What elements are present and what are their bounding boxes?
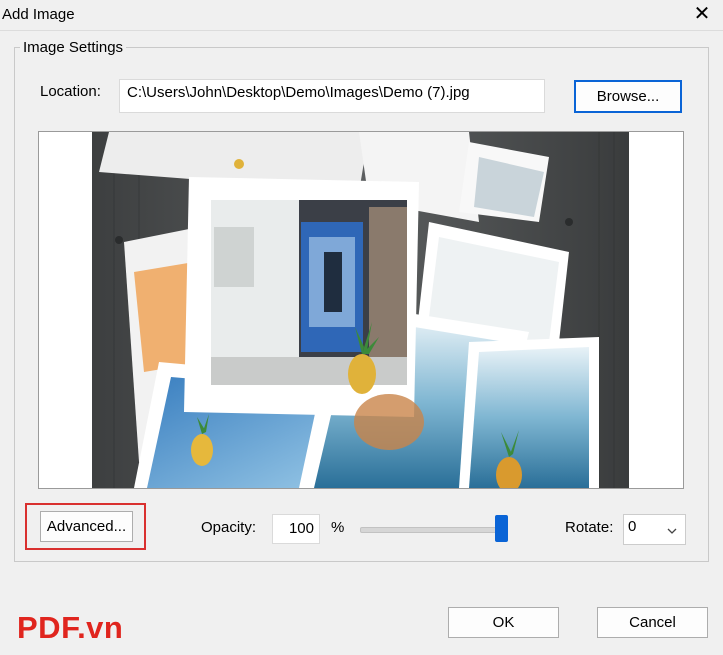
ok-button[interactable]: OK	[448, 607, 559, 638]
opacity-field[interactable]: 100	[272, 514, 320, 544]
percent-unit: %	[331, 519, 345, 536]
opacity-slider-thumb[interactable]	[495, 515, 508, 542]
preview-photo	[92, 132, 629, 488]
browse-button[interactable]: Browse...	[574, 80, 682, 113]
cancel-button[interactable]: Cancel	[597, 607, 708, 638]
close-icon[interactable]: ✕	[689, 1, 715, 27]
window-title: Add Image	[2, 6, 75, 23]
image-preview	[38, 131, 684, 489]
location-label: Location:	[40, 83, 101, 100]
rotate-label: Rotate:	[565, 519, 614, 536]
group-label: Image Settings	[20, 39, 127, 56]
rotate-value: 0	[628, 518, 637, 535]
highlight-box	[25, 503, 146, 550]
rotate-select[interactable]: 0	[623, 514, 686, 545]
watermark-logo: PDF.vn	[17, 610, 124, 645]
chevron-down-icon	[667, 528, 677, 534]
opacity-slider-track[interactable]	[360, 527, 508, 533]
opacity-label: Opacity:	[201, 519, 257, 536]
location-field[interactable]: C:\Users\John\Desktop\Demo\Images\Demo (…	[119, 79, 545, 113]
title-divider	[0, 30, 723, 31]
